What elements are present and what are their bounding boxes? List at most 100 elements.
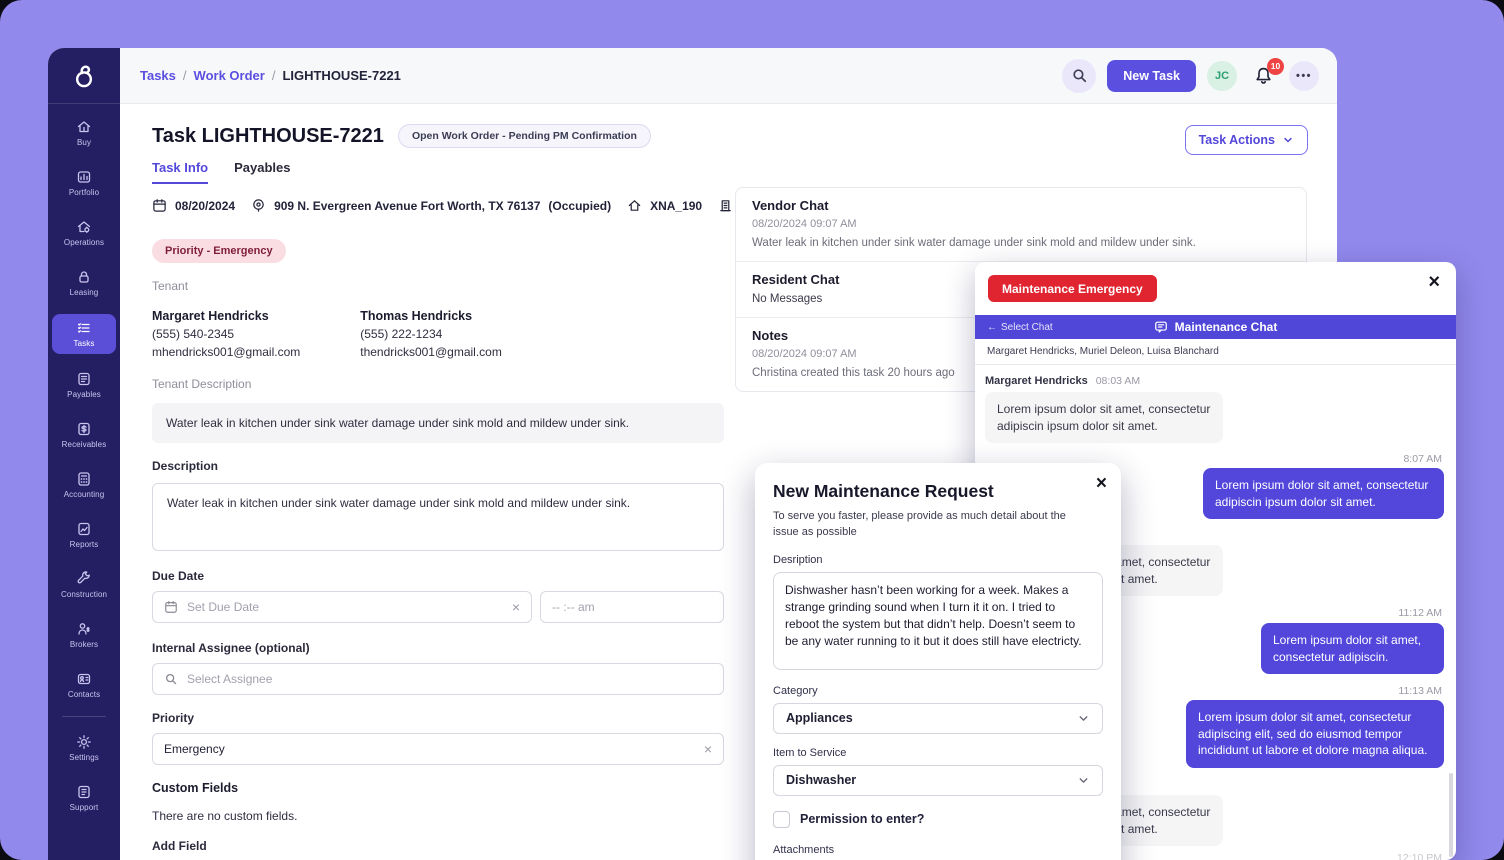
notifications-button[interactable]: 10 — [1248, 59, 1278, 93]
sidebar-item-label: Reports — [70, 540, 99, 549]
sidebar-item-brokers[interactable]: Brokers — [52, 616, 116, 654]
tenant-label: Tenant — [152, 279, 724, 293]
sidebar-item-label: Contacts — [68, 690, 100, 699]
chat-message-left: Lorem ipsum dolor sit amet, consectetur … — [985, 392, 1223, 443]
screen: Buy Portfolio Operations Leasing Tasks — [0, 0, 1504, 860]
due-time-placeholder: -- :-- am — [552, 600, 595, 614]
due-time-input[interactable]: -- :-- am — [540, 591, 724, 623]
notification-badge: 10 — [1267, 58, 1284, 75]
sidebar-item-tasks[interactable]: Tasks — [52, 314, 116, 354]
message-time: 08:03 AM — [1096, 375, 1140, 387]
message-time: 8:07 AM — [1403, 453, 1442, 465]
wrench-icon — [76, 571, 92, 587]
topbar: Tasks / Work Order / LIGHTHOUSE-7221 New… — [120, 48, 1337, 104]
category-value: Appliances — [786, 711, 853, 725]
item-to-service-select[interactable]: Dishwasher — [773, 765, 1103, 796]
sidebar-item-portfolio[interactable]: Portfolio — [52, 164, 116, 202]
swan-logo-icon — [71, 63, 97, 89]
new-task-button[interactable]: New Task — [1107, 60, 1196, 92]
tenant-phone: (555) 222-1234 — [360, 327, 502, 341]
close-icon[interactable]: × — [1096, 474, 1107, 493]
maintenance-emergency-button[interactable]: Maintenance Emergency — [988, 275, 1157, 302]
page-title: Task LIGHTHOUSE-7221 — [152, 125, 384, 148]
more-menu-button[interactable]: ••• — [1289, 61, 1319, 91]
sidebar-item-accounting[interactable]: Accounting — [52, 466, 116, 504]
category-select[interactable]: Appliances — [773, 703, 1103, 734]
priority-label: Priority — [152, 711, 724, 725]
search-button[interactable] — [1062, 59, 1096, 93]
assignee-placeholder: Select Assignee — [187, 672, 272, 686]
chevron-down-icon — [1077, 774, 1090, 787]
chat-scrollbar[interactable] — [1449, 773, 1453, 857]
task-address: 909 N. Evergreen Avenue Fort Worth, TX 7… — [274, 199, 540, 213]
sidebar-item-label: Accounting — [64, 490, 105, 499]
sidebar-item-settings[interactable]: Settings — [52, 729, 116, 767]
item-to-service-label: Item to Service — [773, 747, 1103, 759]
modal-description-textarea[interactable]: Dishwasher hasn’t been working for a wee… — [773, 572, 1103, 670]
tenant-cards: Margaret Hendricks (555) 540-2345 mhendr… — [152, 309, 724, 359]
priority-input[interactable]: Emergency × — [152, 733, 724, 765]
dollar-card-icon — [76, 421, 92, 437]
sidebar-item-buy[interactable]: Buy — [52, 114, 116, 152]
chat-message-right: Lorem ipsum dolor sit amet, consectetur … — [1203, 468, 1444, 519]
permission-row: Permission to enter? — [773, 811, 1103, 828]
portfolio-chart-icon — [76, 169, 92, 185]
priority-value: Emergency — [164, 742, 225, 756]
sidebar-item-label: Tasks — [74, 339, 95, 348]
tab-payables[interactable]: Payables — [234, 160, 290, 184]
close-icon[interactable]: × — [1428, 272, 1440, 292]
tenant-email: mhendricks001@gmail.com — [152, 345, 300, 359]
sidebar-item-leasing[interactable]: Leasing — [52, 264, 116, 302]
assignee-input[interactable]: Select Assignee — [152, 663, 724, 695]
chevron-down-icon — [1282, 134, 1294, 146]
task-date: 08/20/2024 — [175, 199, 235, 213]
sidebar-divider — [62, 716, 106, 717]
topbar-actions: New Task JC 10 ••• — [1062, 59, 1319, 93]
task-form: Task LIGHTHOUSE-7221 Open Work Order - P… — [152, 124, 724, 860]
sidebar-item-construction[interactable]: Construction — [52, 566, 116, 604]
tab-task-info[interactable]: Task Info — [152, 160, 208, 184]
sidebar-item-contacts[interactable]: Contacts — [52, 666, 116, 704]
sidebar-item-receivables[interactable]: Receivables — [52, 416, 116, 454]
sidebar-item-support[interactable]: Support — [52, 779, 116, 817]
category-label: Category — [773, 685, 1103, 697]
vendor-chat-section[interactable]: Vendor Chat 08/20/2024 09:07 AM Water le… — [736, 188, 1306, 262]
avatar[interactable]: JC — [1207, 61, 1237, 91]
task-actions-button[interactable]: Task Actions — [1185, 125, 1308, 155]
clear-date-icon[interactable]: × — [512, 600, 520, 614]
report-chart-icon — [76, 521, 92, 537]
sidebar-item-operations[interactable]: Operations — [52, 214, 116, 252]
search-icon — [164, 672, 178, 686]
breadcrumb-work-order[interactable]: Work Order — [194, 68, 265, 83]
tenant-description-label: Tenant Description — [152, 377, 724, 391]
permission-checkbox[interactable] — [773, 811, 790, 828]
sidebar-item-label: Payables — [67, 390, 101, 399]
gear-icon — [76, 734, 92, 750]
id-card-icon — [76, 671, 92, 687]
priority-badge: Priority - Emergency — [152, 239, 286, 263]
tenant-name: Thomas Hendricks — [360, 309, 502, 323]
new-maintenance-request-modal: × New Maintenance Request To serve you f… — [755, 463, 1121, 860]
custom-fields-empty-text: There are no custom fields. — [152, 809, 724, 823]
message-sender: Margaret Hendricks — [985, 375, 1088, 387]
description-textarea[interactable]: Water leak in kitchen under sink water d… — [152, 483, 724, 551]
sidebar: Buy Portfolio Operations Leasing Tasks — [48, 48, 120, 860]
sidebar-item-reports[interactable]: Reports — [52, 516, 116, 554]
calculator-icon — [76, 471, 92, 487]
calendar-icon — [164, 600, 178, 614]
sidebar-item-payables[interactable]: Payables — [52, 366, 116, 404]
clear-priority-icon[interactable]: × — [704, 742, 712, 756]
task-meta: 08/20/2024 909 N. Evergreen Avenue Fort … — [152, 198, 724, 213]
select-chat-back-link[interactable]: ← Select Chat — [987, 315, 1053, 339]
chat-participants: Margaret Hendricks, Muriel Deleon, Luisa… — [975, 339, 1456, 365]
home-icon — [627, 198, 642, 213]
app-logo[interactable] — [48, 48, 120, 104]
checklist-icon — [76, 320, 92, 336]
chat-message-right: Lorem ipsum dolor sit amet, consectetur … — [1261, 623, 1444, 674]
due-date-input[interactable]: Set Due Date × — [152, 591, 532, 623]
message-time: 11:13 AM — [1398, 685, 1442, 697]
breadcrumb-tasks[interactable]: Tasks — [140, 68, 176, 83]
chat-bubble-icon — [1154, 320, 1168, 334]
due-date-placeholder: Set Due Date — [187, 600, 259, 614]
document-icon — [76, 371, 92, 387]
